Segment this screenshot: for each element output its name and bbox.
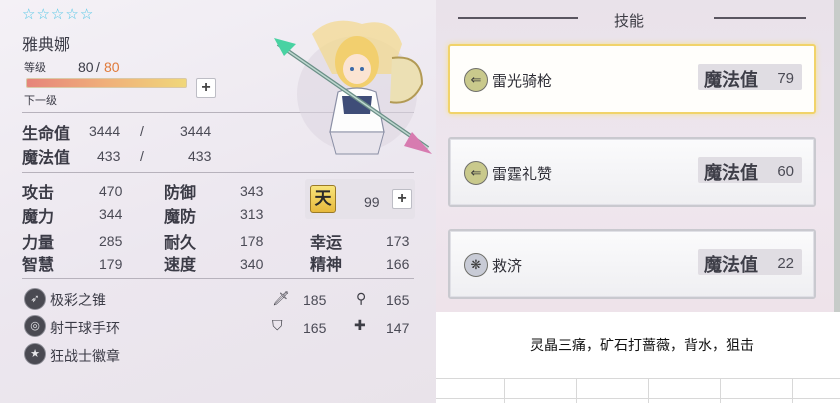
level-separator: / — [96, 59, 100, 75]
defense-label: 防御 — [164, 185, 197, 202]
scrollbar[interactable] — [834, 0, 840, 312]
attack-value: 470 — [99, 183, 123, 199]
wisdom-label: 智慧 — [22, 257, 55, 274]
sword-value: 185 — [303, 292, 327, 308]
lightning-lance-icon: ⇐ — [464, 68, 488, 92]
strength-label: 力量 — [22, 235, 55, 252]
hp-current: 3444 — [89, 123, 121, 139]
mp-max: 433 — [188, 148, 212, 164]
speed-label: 速度 — [164, 257, 197, 274]
character-name: 雅典娜 — [22, 37, 71, 54]
skill-mp-label: 魔法值 — [704, 70, 758, 90]
skill-mp-box: 魔法值 22 — [698, 249, 802, 275]
mp-current: 433 — [97, 148, 121, 164]
spreadsheet-area[interactable] — [436, 312, 840, 403]
shield-icon: ⛉ — [272, 317, 283, 333]
skill-card-2[interactable]: ⇐ 雷霆礼赞 魔法值 60 — [448, 137, 816, 207]
level-max: 80 — [104, 59, 120, 75]
grid-line — [436, 378, 840, 379]
rarity-stars: ☆ ☆ ☆ ☆ ☆ — [22, 7, 93, 22]
mp-label: 魔法值 — [22, 150, 71, 167]
equipment-item-2[interactable]: 射干球手环 — [50, 318, 120, 338]
attack-label: 攻击 — [22, 185, 55, 202]
skill-name: 雷霆礼赞 — [492, 166, 553, 183]
endurance-label: 耐久 — [164, 235, 197, 252]
mp-separator: / — [140, 148, 144, 164]
hp-label: 生命值 — [22, 126, 71, 143]
divider — [22, 278, 414, 279]
star-icon: ☆ — [65, 6, 79, 23]
skill-card-1[interactable]: ⇐ 雷光骑枪 魔法值 79 — [448, 44, 816, 114]
strength-value: 285 — [99, 233, 123, 249]
heaven-add-button[interactable]: + — [392, 189, 412, 209]
hp-max: 3444 — [180, 123, 212, 139]
next-level-label: 下一级 — [24, 95, 57, 107]
cross-shield-icon: ✚ — [354, 317, 366, 333]
wand-value: 165 — [386, 292, 410, 308]
magic-value: 344 — [99, 206, 123, 222]
shield-value: 165 — [303, 320, 327, 336]
title-decoration-left — [458, 17, 578, 19]
spirit-value: 166 — [386, 256, 410, 272]
grid-line — [792, 378, 793, 403]
sword-icon: 🗡 — [272, 290, 290, 306]
skill-mp-value: 22 — [777, 255, 794, 272]
bracelet-icon[interactable]: ◎ — [24, 315, 46, 337]
skill-mp-box: 魔法值 60 — [698, 157, 802, 183]
endurance-value: 178 — [240, 233, 264, 249]
hero-portrait — [274, 20, 432, 155]
spirit-label: 精神 — [310, 257, 343, 274]
badge-icon[interactable]: ★ — [24, 343, 46, 365]
star-icon: ☆ — [79, 6, 94, 23]
heaven-value: 99 — [364, 194, 380, 210]
skill-mp-box: 魔法值 79 — [698, 64, 802, 90]
lightning-lance-icon: ⇐ — [464, 161, 488, 185]
luck-label: 幸运 — [310, 235, 343, 252]
star-icon: ☆ — [22, 6, 36, 23]
skill-name: 雷光骑枪 — [492, 73, 553, 90]
skill-name: 救济 — [492, 258, 523, 275]
grid-line — [720, 378, 721, 403]
magic-defense-label: 魔防 — [164, 209, 197, 226]
wisdom-value: 179 — [99, 256, 123, 272]
title-decoration-right — [714, 17, 806, 19]
skill-mp-value: 60 — [777, 163, 794, 180]
magic-defense-value: 313 — [240, 206, 264, 222]
skill-mp-label: 魔法值 — [704, 255, 758, 275]
equipment-item-1[interactable]: 极彩之锥 — [50, 290, 106, 310]
skill-mp-label: 魔法值 — [704, 163, 758, 183]
grid-line — [504, 378, 505, 403]
skills-title: 技能 — [614, 13, 645, 30]
luck-value: 173 — [386, 233, 410, 249]
star-icon: ☆ — [36, 6, 50, 23]
equipment-item-3[interactable]: 狂战士徽章 — [50, 346, 120, 366]
grid-line — [576, 378, 577, 403]
experience-bar — [26, 78, 187, 88]
magic-label: 魔力 — [22, 209, 55, 226]
heaven-badge-icon: 天 — [310, 185, 336, 213]
defense-value: 343 — [240, 183, 264, 199]
hp-separator: / — [140, 123, 144, 139]
level-label: 等级 — [24, 62, 46, 74]
skill-mp-value: 79 — [777, 70, 794, 87]
cross-value: 147 — [386, 320, 410, 336]
snowflake-icon: ❋ — [464, 253, 488, 277]
wand-icon: ⚲ — [356, 290, 367, 306]
divider — [22, 172, 414, 173]
speed-value: 340 — [240, 256, 264, 272]
skill-card-3[interactable]: ❋ 救济 魔法值 22 — [448, 229, 816, 299]
star-icon: ☆ — [50, 6, 65, 23]
level-current: 80 — [78, 59, 94, 75]
grid-line — [436, 398, 840, 399]
cone-icon[interactable]: ➶ — [24, 288, 46, 310]
grid-line — [648, 378, 649, 403]
level-up-button[interactable]: + — [196, 78, 216, 98]
spreadsheet-note[interactable]: 灵晶三痛，矿石打蔷薇，背水，狙击 — [530, 335, 754, 355]
